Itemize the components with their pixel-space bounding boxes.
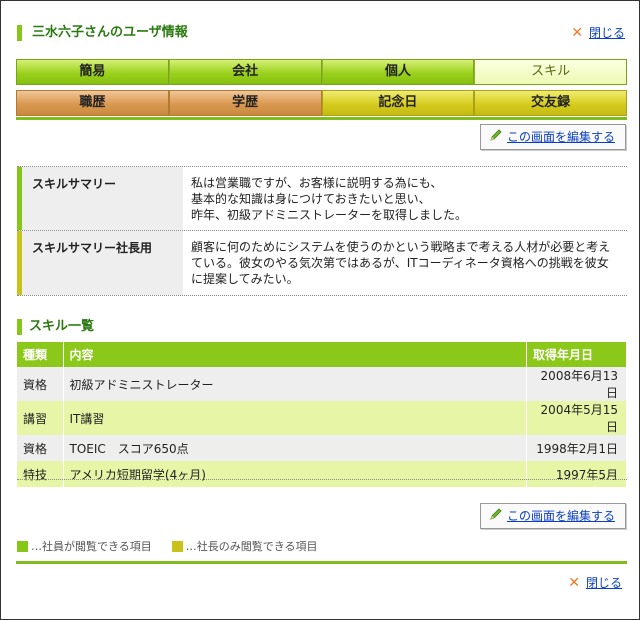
summary-content: 顧客に何のためにシステムを使うのかという戦略まで考える人材が必要と考え ている。… (183, 231, 627, 295)
skills-section-title: スキル一覧 (17, 319, 94, 335)
summary-line: 基本的な知識は身につけておきたいと思い、 (191, 192, 431, 206)
summary-label: スキルサマリー (17, 167, 183, 230)
close-icon: ✕ (571, 25, 583, 41)
cell-kind: 資格 (17, 367, 64, 401)
skill-summary-table: スキルサマリー 私は営業職ですが、お客様に説明する為にも、 基本的な知識は身につ… (17, 166, 627, 296)
tab-personal[interactable]: 個人 (321, 59, 475, 85)
footer-divider (16, 561, 627, 564)
close-link-bottom[interactable]: ✕ 閉じる (568, 575, 622, 591)
cell-kind: 特技 (17, 461, 64, 487)
cell-date: 1997年5月 (526, 461, 627, 487)
summary-line: 昨年、初級アドミニストレーターを取得しました。 (191, 208, 468, 222)
legend-employee: …社員が閲覧できる項目 (17, 538, 152, 554)
column-header-content: 内容 (63, 342, 527, 367)
page-title: 三水六子さんのユーザ情報 (17, 25, 188, 41)
summary-row-president: スキルサマリー社長用 顧客に何のためにシステムを使うのかという戦略まで考える人材… (17, 231, 627, 296)
cell-content: 初級アドミニストレーター (63, 367, 527, 401)
tab-friends[interactable]: 交友録 (474, 90, 627, 116)
table-bottom-divider (17, 479, 627, 480)
tab-career[interactable]: 職歴 (16, 90, 169, 116)
edit-label: この画面を編集する (506, 509, 615, 523)
close-icon: ✕ (568, 575, 580, 591)
green-swatch-icon (17, 540, 28, 552)
table-row: 資格 TOEIC スコア650点 1998年2月1日 (17, 435, 627, 461)
tab-bar-secondary: 職歴 学歴 記念日 交友録 (16, 90, 627, 116)
summary-line: に提案してみたい。 (191, 272, 299, 286)
cell-content: IT講習 (63, 401, 527, 435)
legend-employee-label: …社員が閲覧できる項目 (31, 540, 152, 553)
user-info-window: 三水六子さんのユーザ情報 ✕ 閉じる 簡易 会社 個人 スキル 職歴 学歴 記念日… (0, 0, 640, 620)
summary-row-employee: スキルサマリー 私は営業職ですが、お客様に説明する為にも、 基本的な知識は身につ… (17, 167, 627, 231)
legend-president-label: …社長のみ閲覧できる項目 (185, 540, 318, 553)
tab-bar-primary: 簡易 会社 個人 スキル (16, 59, 627, 85)
edit-screen-button-bottom[interactable]: この画面を編集する (479, 503, 626, 529)
column-header-date: 取得年月日 (526, 342, 627, 367)
cell-content: TOEIC スコア650点 (63, 435, 527, 461)
olive-swatch-icon (171, 540, 183, 552)
tab-company[interactable]: 会社 (168, 59, 322, 85)
skills-table: 種類 内容 取得年月日 資格 初級アドミニストレーター 2008年6月13日 講… (17, 342, 627, 487)
cell-kind: 講習 (17, 401, 64, 435)
tabs-divider (16, 117, 627, 120)
table-row: 特技 アメリカ短期留学(4ヶ月) 1997年5月 (17, 461, 627, 487)
close-label: 閉じる (588, 26, 625, 40)
table-row: 講習 IT講習 2004年5月15日 (17, 401, 627, 435)
table-row: 資格 初級アドミニストレーター 2008年6月13日 (17, 367, 627, 401)
pencil-icon (489, 126, 503, 150)
table-header-row: 種類 内容 取得年月日 (17, 342, 627, 367)
edit-screen-button-top[interactable]: この画面を編集する (479, 124, 626, 150)
legend: …社員が閲覧できる項目 …社長のみ閲覧できる項目 (17, 538, 338, 554)
legend-president: …社長のみ閲覧できる項目 (171, 538, 318, 554)
summary-content: 私は営業職ですが、お客様に説明する為にも、 基本的な知識は身につけておきたいと思… (183, 167, 627, 230)
column-header-kind: 種類 (17, 342, 64, 367)
cell-date: 2004年5月15日 (526, 401, 627, 435)
close-link-top[interactable]: ✕ 閉じる (571, 25, 625, 41)
tab-skill[interactable]: スキル (474, 59, 627, 85)
cell-content: アメリカ短期留学(4ヶ月) (63, 461, 527, 487)
cell-kind: 資格 (17, 435, 64, 461)
tab-education[interactable]: 学歴 (168, 90, 322, 116)
edit-label: この画面を編集する (506, 130, 615, 144)
pencil-icon (489, 505, 503, 529)
close-label: 閉じる (585, 576, 622, 590)
summary-line: ている。彼女のやる気次第ではあるが、ITコーディネータ資格への挑戦を彼女 (191, 256, 609, 270)
summary-line: 私は営業職ですが、お客様に説明する為にも、 (191, 176, 443, 190)
page-header: 三水六子さんのユーザ情報 ✕ 閉じる (17, 23, 627, 47)
summary-label: スキルサマリー社長用 (17, 231, 183, 295)
tab-anniversary[interactable]: 記念日 (321, 90, 475, 116)
summary-line: 顧客に何のためにシステムを使うのかという戦略まで考える人材が必要と考え (191, 240, 611, 254)
cell-date: 2008年6月13日 (526, 367, 627, 401)
tab-simple[interactable]: 簡易 (16, 59, 169, 85)
cell-date: 1998年2月1日 (526, 435, 627, 461)
